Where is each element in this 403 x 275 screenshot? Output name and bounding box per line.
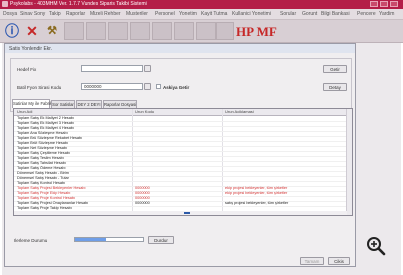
window-title: Psykolabs - 403MHM Ver. 1.7.7 Vundes Sip…	[10, 1, 147, 7]
field1-lookup-button[interactable]	[144, 65, 151, 72]
tools-icon[interactable]: ⚒	[42, 22, 62, 40]
horizontal-scrollbar[interactable]	[14, 211, 347, 215]
maximize-button[interactable]	[380, 1, 388, 7]
table-header: Urun Adi Urun Kodu Urun Aciklamasi	[14, 109, 352, 116]
menu-bar: Dosya Sinav Sony Takip Raporlar Mizeli Rehbe…	[0, 9, 403, 20]
exit-button[interactable]: Cikis	[328, 257, 350, 265]
tab-3[interactable]: Raporlar Dosyasi	[103, 100, 137, 108]
menu-item[interactable]: Sorular	[280, 11, 296, 17]
menu-item[interactable]: Yardim	[379, 11, 394, 17]
tab-1[interactable]: Sor Satislar	[51, 100, 75, 108]
column-header[interactable]: Urun Adi	[17, 109, 32, 115]
progress-bar	[74, 237, 144, 242]
cancel-icon[interactable]: ✕	[22, 22, 42, 40]
brand-logo: HP MF	[236, 24, 277, 39]
menu-item[interactable]: Takip	[49, 11, 61, 17]
field1-label: Hedef Fix	[17, 67, 37, 72]
askiya-checkbox[interactable]	[156, 84, 161, 89]
menu-item[interactable]: Sinav Sony	[20, 11, 45, 17]
menu-item[interactable]: Personel	[155, 11, 175, 17]
menu-item[interactable]: Yonetim	[179, 11, 197, 17]
menu-item[interactable]: Kullanici Yonetimi	[232, 11, 271, 17]
menu-item[interactable]: Raporlar	[66, 11, 85, 17]
close-button[interactable]	[390, 1, 398, 7]
tab-0[interactable]: Satinlar My ile Fabrik	[12, 99, 52, 108]
toolbar-button[interactable]	[174, 22, 194, 40]
toolbar-button[interactable]	[216, 22, 234, 40]
column-header[interactable]: Urun Aciklamasi	[225, 109, 254, 115]
menu-item[interactable]: Mizeli Rehber	[90, 11, 121, 17]
progress-label: Ilerleme Durumu	[14, 238, 48, 243]
checkbox-label: Askiya Getir	[163, 85, 190, 90]
vertical-scrollbar[interactable]	[346, 109, 352, 215]
app-icon	[2, 1, 8, 7]
field1-input[interactable]	[81, 65, 143, 72]
toolbar: ⓘ ✕ ⚒ HP MF	[0, 20, 403, 43]
menu-item[interactable]: Bilgi Bankasi	[321, 11, 350, 17]
menu-item[interactable]: Pencere	[357, 11, 376, 17]
menu-item[interactable]: Gorunt	[302, 11, 317, 17]
info-icon[interactable]: ⓘ	[2, 22, 22, 40]
detail-button[interactable]: Detay	[323, 83, 347, 91]
menu-item[interactable]: Musteriler	[126, 11, 148, 17]
tab-2[interactable]: DEY 2 DEYI	[76, 100, 102, 108]
minimize-button[interactable]	[370, 1, 378, 7]
toolbar-button[interactable]	[64, 22, 84, 40]
toolbar-button[interactable]	[152, 22, 172, 40]
progress-fill	[75, 238, 106, 241]
zoom-in-icon[interactable]	[366, 236, 386, 256]
menu-item[interactable]: Kayit Tutma	[201, 11, 227, 17]
ok-button[interactable]: Tamam	[300, 257, 324, 265]
dialog-titlebar: Satis Yonlendir Ekr.	[5, 44, 355, 53]
stop-button[interactable]: Durdur	[148, 236, 174, 244]
toolbar-button[interactable]	[86, 22, 106, 40]
dialog-title: Satis Yonlendir Ekr.	[9, 46, 53, 52]
field2-input[interactable]: 0000000	[81, 83, 143, 90]
field2-label: Batil Fyon Sirasi Kodu	[17, 85, 62, 90]
column-header[interactable]: Urun Kodu	[135, 109, 154, 115]
menu-item[interactable]: Dosya	[3, 11, 17, 17]
toolbar-button[interactable]	[130, 22, 150, 40]
field1-button[interactable]: Getir	[323, 65, 347, 73]
results-table[interactable]: Urun Adi Urun Kodu Urun Aciklamasi Topla…	[13, 108, 353, 216]
toolbar-button[interactable]	[196, 22, 216, 40]
toolbar-button[interactable]	[108, 22, 128, 40]
window-titlebar: Psykolabs - 403MHM Ver. 1.7.7 Vundes Sip…	[0, 0, 403, 9]
scroll-thumb[interactable]	[184, 212, 190, 214]
field2-lookup-button[interactable]	[144, 83, 151, 90]
